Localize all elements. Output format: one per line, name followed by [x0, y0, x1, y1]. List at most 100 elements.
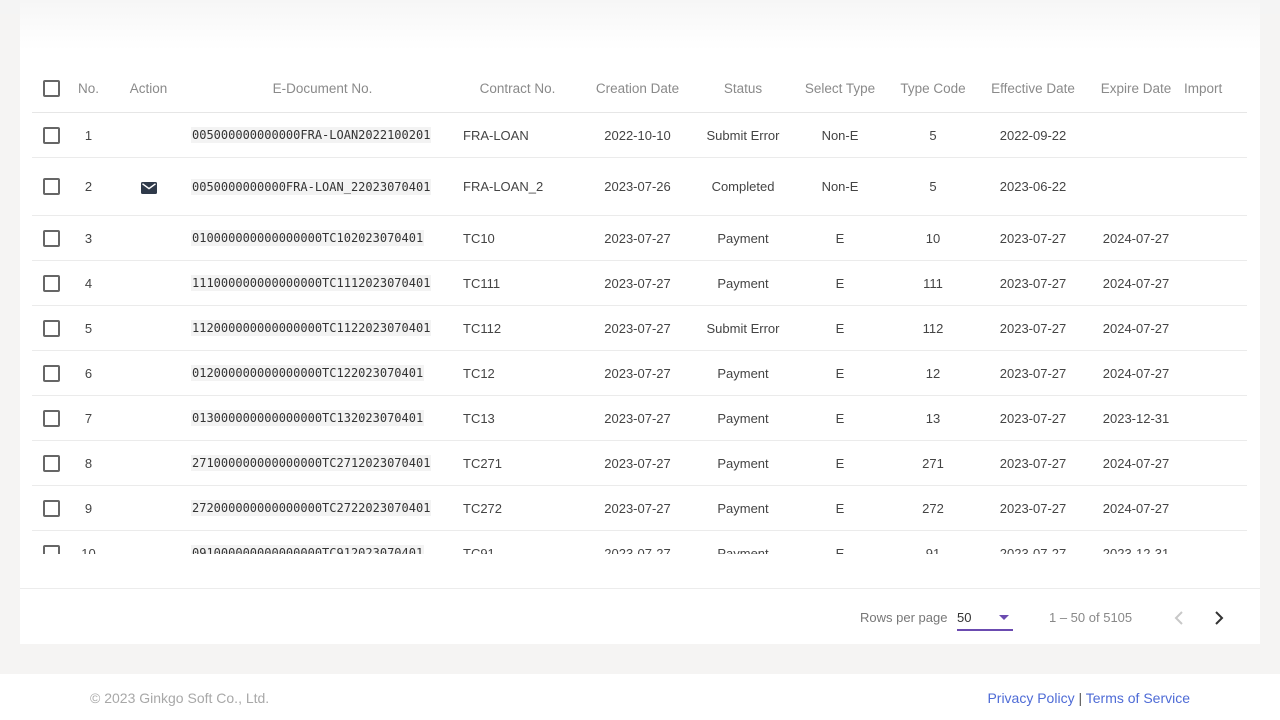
cell-action	[107, 530, 190, 554]
cell-contract-no: FRA-LOAN	[455, 112, 580, 158]
cell-effective-date: 2022-09-22	[977, 112, 1089, 158]
edoc-number[interactable]: 091000000000000000TC912023070401	[191, 545, 425, 554]
cell-expire-date: 2024-07-27	[1089, 215, 1183, 261]
previous-page-button[interactable]	[1167, 606, 1191, 630]
cell-status: Submit Error	[695, 305, 791, 351]
cell-select	[32, 440, 70, 486]
row-checkbox[interactable]	[42, 364, 60, 382]
cell-status: Payment	[695, 215, 791, 261]
col-header-effective-date: Effective Date	[977, 64, 1089, 113]
edoc-number[interactable]: 005000000000000FRA-LOAN2022100201	[191, 127, 432, 143]
pagination-bar: Rows per page 50 1 – 50 of 5105	[20, 588, 1260, 644]
footer-separator: |	[1078, 690, 1083, 706]
table-row[interactable]: 4 111000000000000000TC1112023070401 TC111 2…	[32, 260, 1247, 306]
cell-edoc-no: 272000000000000000TC2722023070401	[190, 485, 455, 531]
cell-select	[32, 215, 70, 261]
edoc-number[interactable]: 0050000000000FRA-LOAN_22023070401	[191, 178, 432, 195]
cell-edoc-no: 111000000000000000TC1112023070401	[190, 260, 455, 306]
cell-contract-no: TC91	[455, 530, 580, 554]
row-checkbox[interactable]	[42, 454, 60, 472]
cell-select-type: E	[791, 395, 889, 441]
cell-no: 7	[70, 395, 107, 441]
table-row[interactable]: 6 012000000000000000TC122023070401 TC12 202…	[32, 350, 1247, 396]
cell-select-type: E	[791, 305, 889, 351]
cell-creation-date: 2023-07-27	[580, 215, 695, 261]
cell-edoc-no: 010000000000000000TC102023070401	[190, 215, 455, 261]
cell-edoc-no: 112000000000000000TC1122023070401	[190, 305, 455, 351]
cell-effective-date: 2023-07-27	[977, 215, 1089, 261]
cell-select	[32, 395, 70, 441]
col-header-edoc-no: E-Document No.	[190, 64, 455, 113]
cell-action	[107, 260, 190, 306]
col-header-type-code: Type Code	[889, 64, 977, 113]
table-row[interactable]: 7 013000000000000000TC132023070401 TC13 202…	[32, 395, 1247, 441]
chevron-right-icon	[1215, 611, 1224, 625]
edoc-number[interactable]: 272000000000000000TC2722023070401	[191, 500, 432, 516]
table-row[interactable]: 3 010000000000000000TC102023070401 TC10 202…	[32, 215, 1247, 261]
row-checkbox[interactable]	[42, 229, 60, 247]
edoc-number[interactable]: 111000000000000000TC1112023070401	[191, 275, 432, 291]
chevron-left-icon	[1174, 611, 1183, 625]
pagination-range: 1 – 50 of 5105	[1049, 610, 1133, 625]
table-row[interactable]: 9 272000000000000000TC2722023070401 TC272 2…	[32, 485, 1247, 531]
cell-import	[1183, 305, 1247, 351]
privacy-policy-link[interactable]: Privacy Policy	[987, 690, 1074, 706]
cell-action	[107, 112, 190, 158]
next-page-button[interactable]	[1207, 606, 1231, 630]
footer-links: Privacy Policy | Terms of Service	[987, 690, 1190, 706]
edoc-number[interactable]: 271000000000000000TC2712023070401	[191, 455, 432, 471]
caret-down-icon	[999, 615, 1009, 620]
row-checkbox[interactable]	[42, 126, 60, 144]
cell-select	[32, 112, 70, 158]
terms-of-service-link[interactable]: Terms of Service	[1086, 690, 1190, 706]
rows-per-page-select[interactable]: 50	[957, 607, 1013, 631]
table-row[interactable]: 5 112000000000000000TC1122023070401 TC112 2…	[32, 305, 1247, 351]
select-all-cell	[32, 64, 70, 113]
edoc-number[interactable]: 013000000000000000TC132023070401	[191, 410, 425, 426]
table-row[interactable]: 10 091000000000000000TC912023070401 TC91 20…	[32, 530, 1247, 554]
cell-effective-date: 2023-07-27	[977, 305, 1089, 351]
cell-contract-no: TC272	[455, 485, 580, 531]
documents-table: No. Action E-Document No. Contract No. C…	[32, 64, 1247, 554]
cell-action	[107, 215, 190, 261]
cell-expire-date: 2024-07-27	[1089, 440, 1183, 486]
cell-import	[1183, 395, 1247, 441]
cell-expire-date: 2024-07-27	[1089, 260, 1183, 306]
cell-select	[32, 350, 70, 396]
send-mail-button[interactable]	[140, 179, 157, 194]
row-checkbox[interactable]	[42, 319, 60, 337]
cell-creation-date: 2023-07-27	[580, 440, 695, 486]
edoc-number[interactable]: 010000000000000000TC102023070401	[191, 230, 425, 246]
mail-icon	[140, 181, 157, 194]
cell-no: 10	[70, 530, 107, 554]
table-row[interactable]: 8 271000000000000000TC2712023070401 TC271 2…	[32, 440, 1247, 486]
cell-import	[1183, 440, 1247, 486]
cell-contract-no: TC10	[455, 215, 580, 261]
cell-status: Payment	[695, 350, 791, 396]
cell-effective-date: 2023-07-27	[977, 440, 1089, 486]
row-checkbox[interactable]	[42, 178, 60, 196]
row-checkbox[interactable]	[42, 499, 60, 517]
table-row[interactable]: 1 005000000000000FRA-LOAN2022100201 FRA-LO…	[32, 112, 1247, 158]
table-row[interactable]: 2 0050000000000FRA-LOAN_22023070401 FRA-LO…	[32, 157, 1247, 216]
cell-status: Payment	[695, 440, 791, 486]
cell-effective-date: 2023-07-27	[977, 395, 1089, 441]
cell-creation-date: 2022-10-10	[580, 112, 695, 158]
row-checkbox[interactable]	[42, 409, 60, 427]
rows-per-page-label: Rows per page	[860, 610, 948, 625]
cell-type-code: 91	[889, 530, 977, 554]
cell-import	[1183, 350, 1247, 396]
cell-select	[32, 157, 70, 216]
cell-select	[32, 485, 70, 531]
edoc-number[interactable]: 112000000000000000TC1122023070401	[191, 320, 432, 336]
cell-expire-date: 2024-07-27	[1089, 350, 1183, 396]
cell-edoc-no: 013000000000000000TC132023070401	[190, 395, 455, 441]
row-checkbox[interactable]	[42, 544, 60, 554]
cell-type-code: 5	[889, 157, 977, 216]
cell-status: Submit Error	[695, 112, 791, 158]
edoc-number[interactable]: 012000000000000000TC122023070401	[191, 365, 425, 381]
cell-type-code: 10	[889, 215, 977, 261]
select-all-checkbox[interactable]	[42, 79, 60, 97]
row-checkbox[interactable]	[42, 274, 60, 292]
cell-select-type: E	[791, 530, 889, 554]
